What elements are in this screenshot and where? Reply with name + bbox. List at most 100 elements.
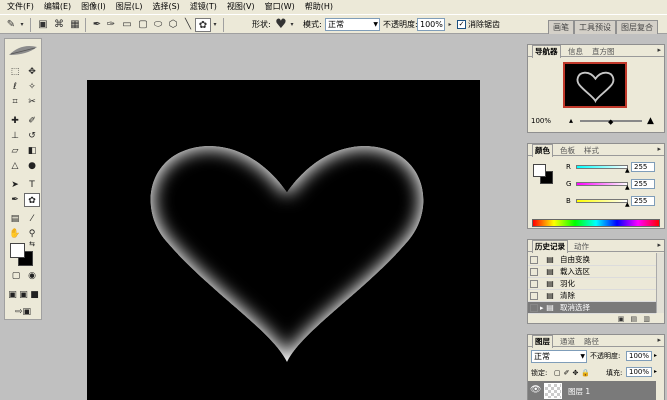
tab-channels[interactable]: 通道 [558, 336, 577, 347]
slider-thumb-icon[interactable]: ▲ [625, 166, 630, 176]
foreground-color-swatch[interactable] [10, 243, 25, 258]
channel-r-slider[interactable] [576, 165, 628, 169]
history-source-checkbox[interactable] [530, 280, 538, 288]
layer-row[interactable]: 👁 图层 1 [528, 381, 656, 400]
zoom-in-icon[interactable]: ▲ [647, 116, 654, 126]
document-canvas[interactable] [87, 80, 480, 400]
tab-layers[interactable]: 图层 [532, 335, 553, 348]
channel-g-slider[interactable] [576, 182, 628, 186]
move-tool-icon[interactable]: ✥ [24, 65, 40, 79]
custom-shape-tool-icon[interactable]: ✿ [24, 193, 40, 207]
channel-b-input[interactable]: 255 [631, 196, 655, 206]
tab-history[interactable]: 历史记录 [532, 240, 568, 253]
freeform-pen-icon[interactable]: ✑ [104, 18, 118, 32]
zoom-out-icon[interactable]: ▴ [569, 116, 573, 126]
tab-swatches[interactable]: 色板 [558, 145, 577, 156]
history-scrollbar[interactable] [656, 253, 664, 313]
menu-window[interactable]: 窗口(W) [260, 0, 300, 14]
panel-menu-icon[interactable]: ▸ [657, 145, 661, 153]
shape-picker-dropdown-icon[interactable]: ▾ [288, 18, 296, 32]
mode-select[interactable]: 正常 ▼ [325, 18, 380, 31]
healing-brush-tool-icon[interactable]: ✚ [7, 114, 23, 128]
standard-mode-icon[interactable]: ▢ [8, 269, 24, 283]
well-tab-layer-comps[interactable]: 图层复合 [616, 20, 658, 34]
swap-colors-icon[interactable]: ⇆ [27, 239, 37, 249]
eraser-tool-icon[interactable]: ▱ [7, 144, 23, 158]
history-brush-tool-icon[interactable]: ↺ [24, 129, 40, 143]
zoom-slider-thumb[interactable]: ◆ [608, 117, 613, 127]
history-item[interactable]: ▤ 载入选区 [528, 266, 656, 278]
eyedropper-tool-icon[interactable]: ⁄ [24, 212, 40, 226]
screen-mode-menu-icon[interactable]: ▣ [18, 288, 29, 302]
opacity-dropdown-icon[interactable]: ▸ [654, 351, 657, 361]
history-source-checkbox[interactable] [530, 304, 538, 312]
crop-tool-icon[interactable]: ⌗ [7, 95, 23, 109]
layer-fill-input[interactable]: 100% [626, 367, 652, 377]
menu-edit[interactable]: 编辑(E) [39, 0, 76, 14]
history-source-checkbox[interactable] [530, 292, 538, 300]
color-panel-fg-swatch[interactable] [533, 164, 546, 177]
tool-preset-icon[interactable]: ✎ [4, 18, 18, 32]
history-source-checkbox[interactable] [530, 268, 538, 276]
color-spectrum-bar[interactable] [532, 219, 660, 227]
history-action-icons[interactable]: ▣ ▤ ▥ [618, 315, 652, 323]
menu-layer[interactable]: 图层(L) [111, 0, 148, 14]
navigator-preview[interactable] [563, 62, 627, 108]
gradient-tool-icon[interactable]: ◧ [24, 144, 40, 158]
menu-image[interactable]: 图像(I) [76, 0, 111, 14]
hand-tool-icon[interactable]: ✋ [7, 227, 23, 241]
channel-g-input[interactable]: 255 [631, 179, 655, 189]
tab-navigator[interactable]: 导航器 [532, 45, 561, 58]
path-selection-tool-icon[interactable]: ➤ [7, 178, 23, 192]
menu-view[interactable]: 视图(V) [222, 0, 260, 14]
menu-select[interactable]: 选择(S) [147, 0, 184, 14]
antialias-checkbox[interactable]: ✓ [457, 20, 466, 29]
slice-tool-icon[interactable]: ✂ [24, 95, 40, 109]
custom-shape-icon[interactable]: ✿ [195, 18, 211, 32]
well-tab-tool-presets[interactable]: 工具预设 [574, 20, 616, 34]
marquee-tool-icon[interactable]: ⬚ [7, 65, 23, 79]
history-source-checkbox[interactable] [530, 256, 538, 264]
paths-icon[interactable]: ⌘ [52, 18, 66, 32]
history-item[interactable]: ▤ 自由变换 [528, 254, 656, 266]
polygon-icon[interactable]: ⬡ [166, 18, 180, 32]
layer-blend-mode-select[interactable]: 正常 ▼ [531, 350, 587, 363]
blur-tool-icon[interactable]: △ [7, 159, 23, 173]
panel-menu-icon[interactable]: ▸ [657, 46, 661, 54]
eye-icon[interactable]: 👁 [530, 385, 541, 395]
history-item[interactable]: ▤ 羽化 [528, 278, 656, 290]
tab-styles[interactable]: 样式 [582, 145, 601, 156]
line-icon[interactable]: ╲ [181, 18, 195, 32]
tab-color[interactable]: 颜色 [532, 144, 553, 157]
dodge-tool-icon[interactable]: ● [24, 159, 40, 173]
brush-tool-icon[interactable]: ✐ [24, 114, 40, 128]
panel-menu-icon[interactable]: ▸ [657, 241, 661, 249]
tab-info[interactable]: 信息 [566, 46, 585, 57]
heart-shape-icon[interactable]: ♥ [274, 18, 288, 32]
opacity-dropdown-icon[interactable]: ▸ [446, 18, 454, 32]
tab-histogram[interactable]: 直方图 [590, 46, 617, 57]
rectangle-icon[interactable]: ▭ [120, 18, 134, 32]
tool-preset-dropdown-icon[interactable]: ▾ [18, 18, 26, 32]
ellipse-icon[interactable]: ⬭ [151, 18, 165, 32]
layer-opacity-input[interactable]: 100% [626, 351, 652, 361]
pen-icon[interactable]: ✒ [90, 18, 104, 32]
magic-wand-tool-icon[interactable]: ✧ [24, 80, 40, 94]
quick-mask-mode-icon[interactable]: ◉ [24, 269, 40, 283]
screen-mode-standard-icon[interactable]: ▣ [7, 288, 18, 302]
tab-actions[interactable]: 动作 [572, 241, 591, 252]
shape-layers-icon[interactable]: ▣ [36, 18, 50, 32]
tab-paths[interactable]: 路径 [582, 336, 601, 347]
pen-tool-icon[interactable]: ✒ [7, 193, 23, 207]
clone-stamp-tool-icon[interactable]: ⊥ [7, 129, 23, 143]
channel-b-slider[interactable] [576, 199, 628, 203]
type-tool-icon[interactable]: T [24, 178, 40, 192]
well-tab-brushes[interactable]: 画笔 [548, 20, 574, 34]
menu-help[interactable]: 帮助(H) [300, 0, 338, 14]
jump-to-imageready-icon[interactable]: ⇨▣ [9, 305, 37, 319]
history-item[interactable]: ▸ ▤ 取消选择 [528, 302, 656, 314]
custom-shape-dropdown-icon[interactable]: ▾ [211, 18, 219, 32]
menu-file[interactable]: 文件(F) [2, 0, 39, 14]
history-item[interactable]: ▤ 清除 [528, 290, 656, 302]
channel-r-input[interactable]: 255 [631, 162, 655, 172]
